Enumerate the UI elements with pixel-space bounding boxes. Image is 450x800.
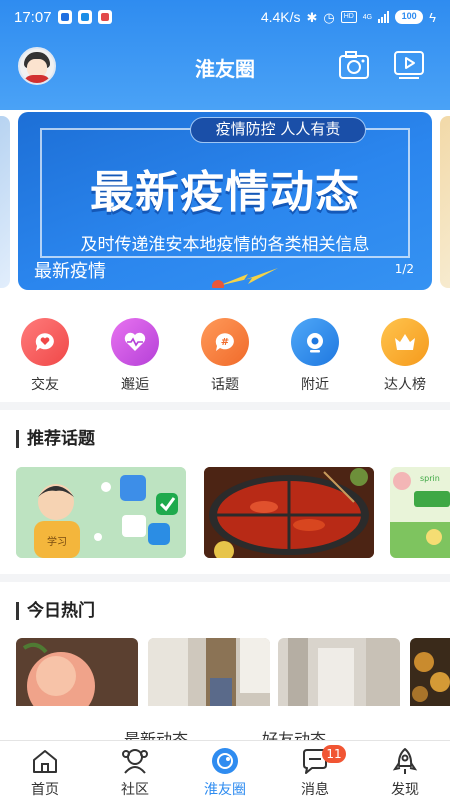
crown-icon: [381, 318, 429, 366]
notification-icons: [58, 10, 112, 24]
app-header: 淮友圈: [0, 36, 450, 96]
banner-decoration-icon: [212, 268, 278, 288]
banner-subtitle: 及时传递淮安本地疫情的各类相关信息: [80, 235, 370, 255]
spring-image: sprin: [390, 467, 450, 558]
topic-card-3[interactable]: sprin: [390, 467, 450, 558]
banner-next-peek[interactable]: [440, 116, 450, 288]
quick-link-encounter[interactable]: 邂逅: [100, 318, 170, 394]
hot-card-4[interactable]: [410, 638, 450, 706]
nav-label: 淮友圈: [204, 782, 246, 798]
battery-icon: 100: [395, 10, 424, 24]
nav-label: 发现: [391, 782, 419, 798]
rocket-icon: [392, 748, 418, 774]
section-title-hot-today: 今日热门: [16, 602, 95, 620]
hd-icon: HD: [340, 11, 357, 23]
bottom-navigation: 首页 社区 淮友圈 11 消息 发现: [0, 740, 450, 800]
messages-badge: 11: [322, 745, 346, 763]
charging-icon: ϟ: [429, 9, 436, 25]
quick-link-nearby[interactable]: 附近: [280, 318, 350, 394]
app-notification-icon-2: [98, 10, 112, 24]
svg-text:#: #: [221, 337, 229, 348]
banner-caption: 最新疫情: [34, 261, 106, 282]
banner-headline: 最新疫情动态: [90, 167, 360, 218]
tab-latest-feed[interactable]: 最新动态: [124, 726, 188, 740]
hashtag-icon: #: [201, 318, 249, 366]
heartbeat-icon: [111, 318, 159, 366]
tab-friends-feed[interactable]: 好友动态: [262, 726, 326, 740]
network-speed: 4.4K/s: [260, 9, 301, 25]
video-icon[interactable]: [393, 50, 425, 80]
banner-carousel[interactable]: 疫情防控 人人有责 最新疫情动态 及时传递淮安本地疫情的各类相关信息 最新疫情 …: [0, 112, 450, 292]
nav-item-messages[interactable]: 11 消息: [270, 741, 360, 800]
banner-tag: 疫情防控 人人有责: [190, 117, 366, 143]
svg-text:学习: 学习: [47, 535, 67, 548]
quick-link-label: 邂逅: [121, 377, 149, 393]
location-icon: [291, 318, 339, 366]
camera-icon[interactable]: [338, 50, 370, 80]
status-bar: 17:07 4.4K/s ✱ ◷ HD 4G 100 ϟ: [0, 0, 450, 36]
circle-icon: [212, 748, 238, 774]
page-title: 淮友圈: [195, 57, 255, 81]
quick-link-label: 交友: [31, 377, 59, 393]
wall-image: [278, 638, 400, 706]
status-right: 4.4K/s ✱ ◷ HD 4G 100 ϟ: [261, 9, 436, 25]
nav-label: 社区: [121, 782, 149, 798]
section-title-recommended: 推荐话题: [16, 430, 95, 448]
section-divider: [0, 574, 450, 582]
hot-card-1[interactable]: [16, 638, 138, 706]
nav-item-home[interactable]: 首页: [0, 741, 90, 800]
food-image: [410, 638, 450, 706]
topic-card-1[interactable]: 学习: [16, 467, 186, 558]
quick-link-leaderboard[interactable]: 达人榜: [370, 318, 440, 394]
nav-item-circle[interactable]: 淮友圈: [180, 741, 270, 800]
svg-text:sprin: sprin: [420, 474, 440, 483]
alipay-notification-icon: [78, 10, 92, 24]
quick-links: 交友 邂逅 # 话题 附近 达人榜: [0, 318, 450, 398]
network-type: 4G: [362, 13, 373, 21]
quick-link-make-friends[interactable]: 交友: [10, 318, 80, 394]
cartoon-boy-image: 学习: [16, 467, 186, 558]
room-image: [148, 638, 270, 706]
quick-link-label: 附近: [301, 377, 329, 393]
banner-counter: 1/2: [394, 262, 414, 276]
section-divider: [0, 402, 450, 410]
peach-image: [16, 638, 138, 706]
banner-prev-peek[interactable]: [0, 116, 10, 288]
signal-icon: [378, 11, 390, 23]
banner-slide[interactable]: 疫情防控 人人有责 最新疫情动态 及时传递淮安本地疫情的各类相关信息 最新疫情 …: [18, 112, 432, 290]
community-icon: [122, 749, 148, 774]
nav-item-discover[interactable]: 发现: [360, 741, 450, 800]
heart-chat-icon: [21, 318, 69, 366]
hotpot-image: [204, 467, 374, 558]
topic-card-2[interactable]: [204, 467, 374, 558]
nav-label: 首页: [31, 782, 59, 798]
bluetooth-icon: ✱: [306, 9, 318, 25]
app-notification-icon: [58, 10, 72, 24]
quick-link-topics[interactable]: # 话题: [190, 318, 260, 394]
quick-link-label: 话题: [211, 377, 239, 393]
nav-item-community[interactable]: 社区: [90, 741, 180, 800]
quick-link-label: 达人榜: [384, 377, 426, 393]
hot-card-2[interactable]: [148, 638, 270, 706]
home-icon: [33, 750, 57, 773]
status-time: 17:07: [14, 9, 52, 26]
hot-card-3[interactable]: [278, 638, 400, 706]
feed-tabs: 最新动态 好友动态: [0, 722, 450, 740]
alarm-icon: ◷: [323, 9, 335, 25]
nav-label: 消息: [301, 782, 329, 798]
